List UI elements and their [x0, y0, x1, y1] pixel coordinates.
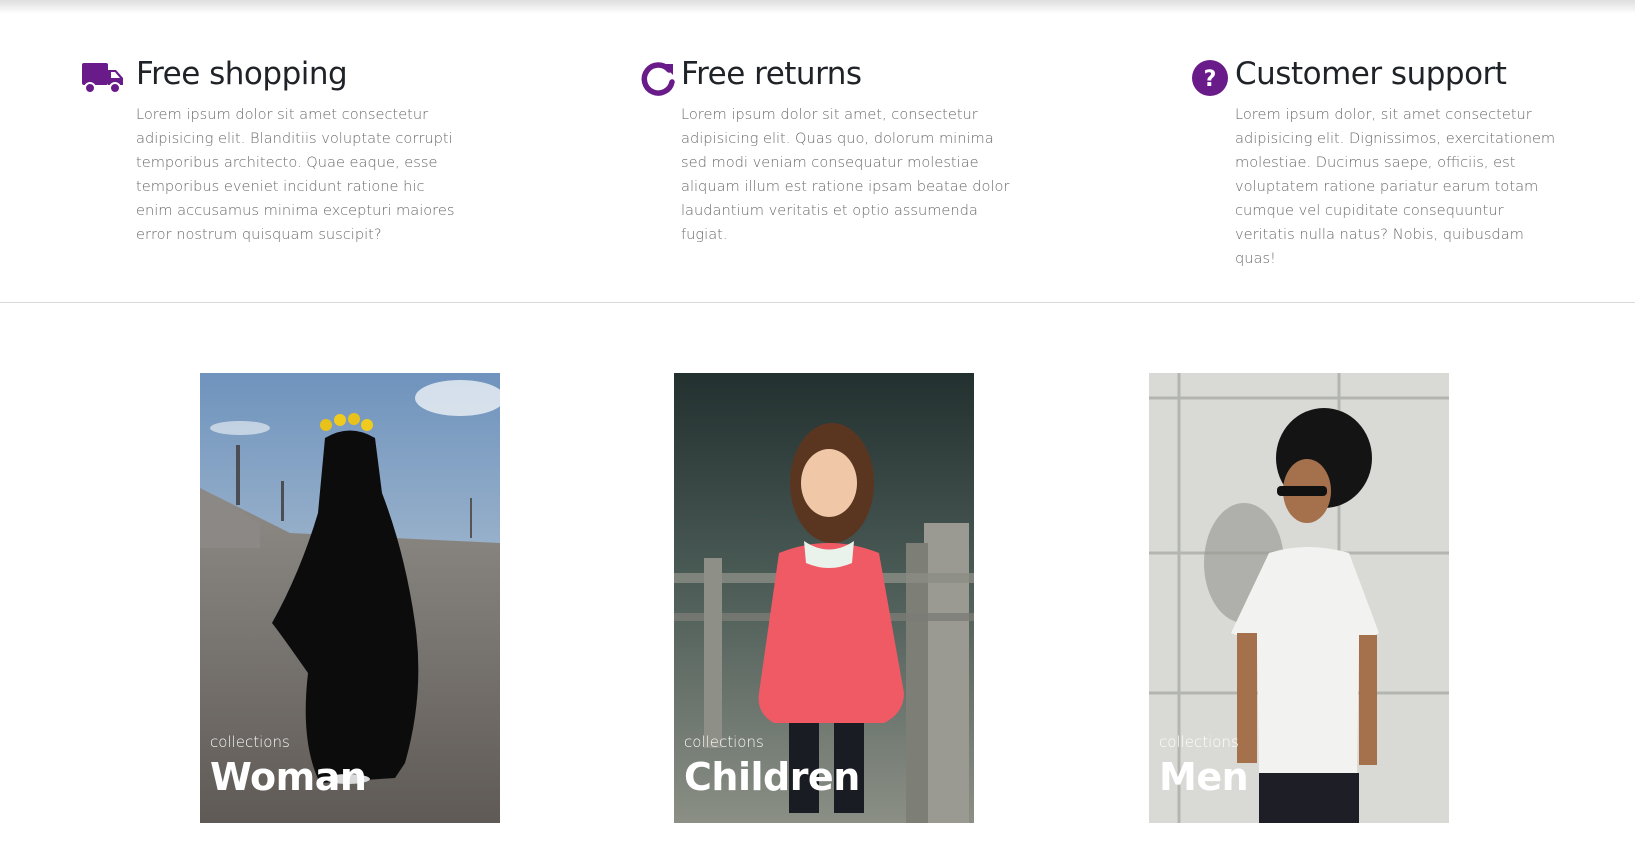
collection-card-children[interactable]: collections Children	[674, 373, 974, 823]
redo-arrow-icon	[636, 58, 680, 98]
truck-icon	[81, 58, 125, 98]
card-overlay: collections Woman	[210, 733, 367, 797]
feature-text: Lorem ipsum dolor, sit amet consectetur …	[1235, 106, 1556, 267]
feature-free-returns: Free returns Lorem ipsum dolor sit amet,…	[636, 52, 1036, 247]
feature-free-shopping: Free shopping Lorem ipsum dolor sit amet…	[81, 52, 481, 247]
header-shadow	[0, 0, 1635, 14]
feature-title: Free shopping	[136, 56, 348, 92]
question-circle-icon: ?	[1188, 58, 1232, 98]
card-eyebrow: collections	[1159, 733, 1239, 751]
collection-card-men[interactable]: collections Men	[1149, 373, 1449, 823]
collection-card-woman[interactable]: collections Woman	[200, 373, 500, 823]
feature-title: Customer support	[1235, 56, 1507, 92]
svg-text:?: ?	[1204, 67, 1217, 92]
card-eyebrow: collections	[684, 733, 764, 751]
feature-title: Free returns	[681, 56, 862, 92]
section-divider	[0, 302, 1635, 303]
card-title[interactable]: Woman	[210, 757, 367, 797]
card-title[interactable]: Children	[684, 757, 860, 797]
card-title[interactable]: Men	[1159, 757, 1249, 797]
feature-text: Lorem ipsum dolor sit amet, consectetur …	[681, 106, 1010, 243]
feature-customer-support: ? Customer support Lorem ipsum dolor, si…	[1188, 52, 1588, 271]
card-overlay: collections Children	[684, 733, 860, 797]
card-overlay: collections Men	[1159, 733, 1249, 797]
page: Free shopping Lorem ipsum dolor sit amet…	[0, 0, 1635, 859]
feature-text: Lorem ipsum dolor sit amet consectetur a…	[136, 106, 455, 243]
card-eyebrow: collections	[210, 733, 290, 751]
